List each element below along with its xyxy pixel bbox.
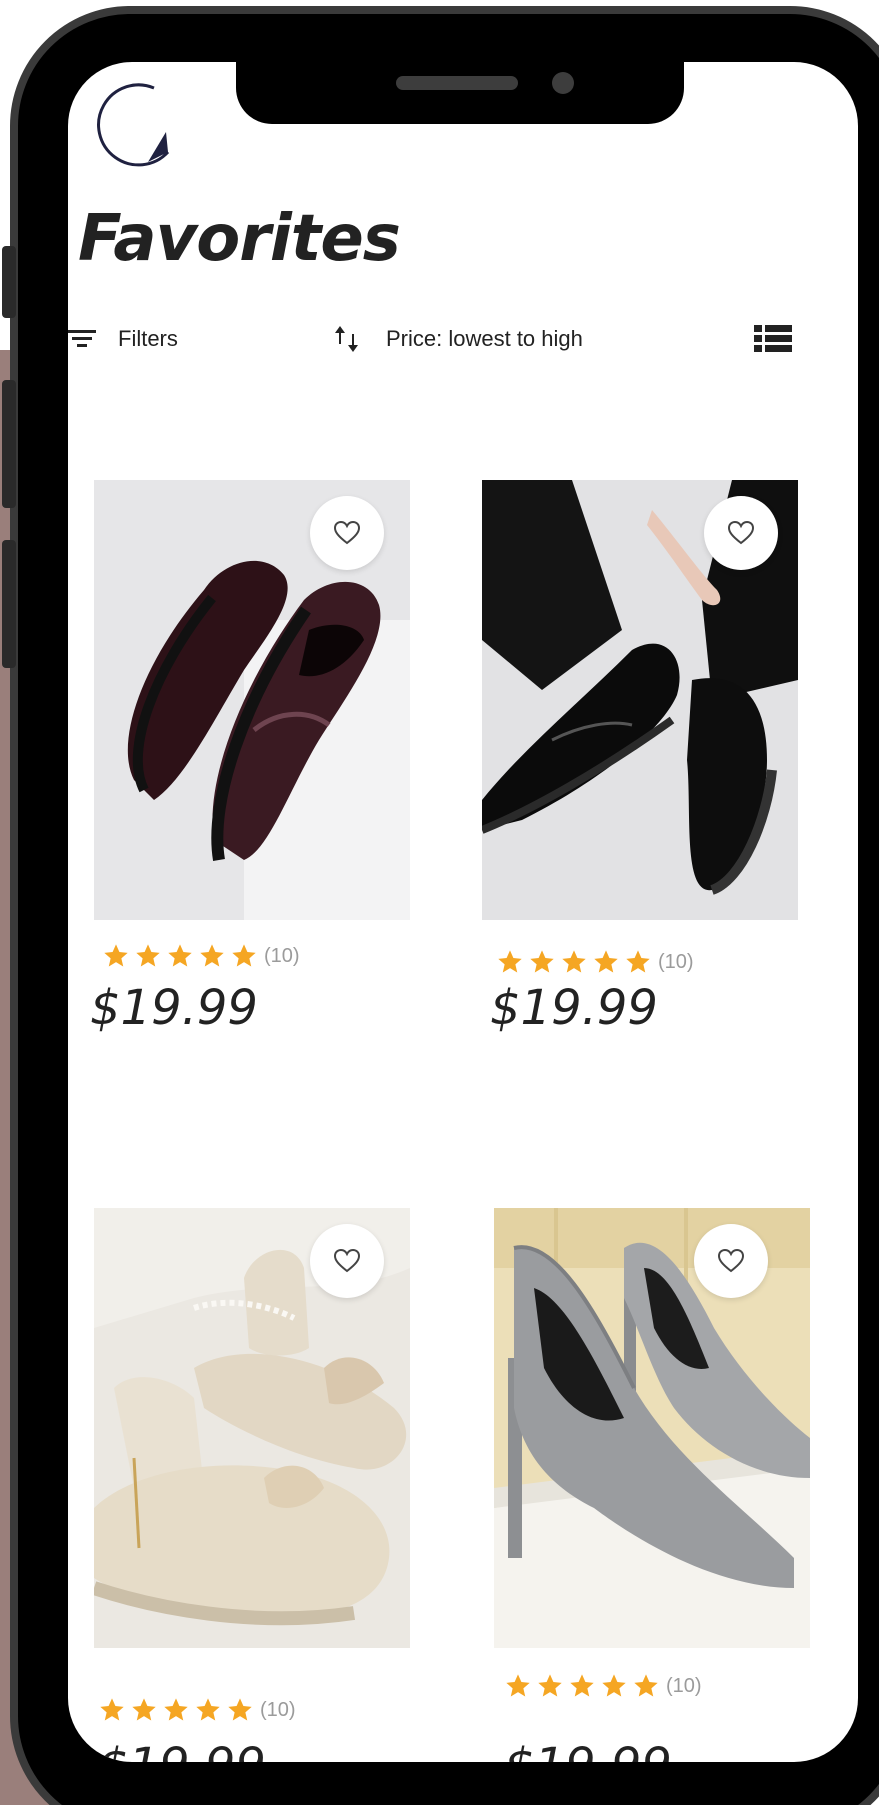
rating-count: (10) (658, 950, 694, 973)
page-title: Favorites (78, 202, 401, 276)
heart-icon (717, 1248, 745, 1273)
star-icon (498, 950, 522, 973)
favorite-button[interactable] (704, 496, 778, 570)
sort-button[interactable]: Price: lowest to high (332, 314, 583, 364)
star-rating: (10) (98, 1696, 296, 1724)
brand-logo-icon (97, 83, 170, 167)
product-price: $19.99 (98, 1738, 266, 1762)
sort-arrows-icon (335, 326, 358, 352)
star-icon (626, 950, 650, 973)
star-rating: (10) (496, 948, 694, 976)
star-icon (228, 1698, 252, 1721)
product-card[interactable]: (10) $19.99 (94, 1208, 410, 1762)
favorite-button[interactable] (694, 1224, 768, 1298)
star-icon (594, 950, 618, 973)
star-rating: (10) (102, 942, 300, 970)
front-camera (552, 72, 574, 94)
rating-count: (10) (666, 1674, 702, 1697)
phone-volume-up (2, 380, 16, 508)
star-icon (634, 1674, 658, 1697)
star-icon (168, 944, 192, 967)
product-price: $19.99 (504, 1738, 672, 1762)
phone-volume-down (2, 540, 16, 668)
favorite-button[interactable] (310, 1224, 384, 1298)
rating-count: (10) (264, 944, 300, 967)
star-icon (136, 944, 160, 967)
star-icon (538, 1674, 562, 1697)
product-card[interactable]: (10) $19.99 (482, 480, 798, 1040)
star-icon (506, 1674, 530, 1697)
star-rating: (10) (504, 1672, 702, 1700)
star-icon (104, 944, 128, 967)
filter-icon (68, 330, 96, 347)
star-icon (196, 1698, 220, 1721)
filters-button[interactable]: Filters (68, 314, 178, 364)
product-price: $19.99 (490, 980, 658, 1036)
list-view-icon (754, 325, 792, 352)
favorite-button[interactable] (310, 496, 384, 570)
toolbar: Filters Price: lowest to high (68, 314, 858, 364)
star-icon (132, 1698, 156, 1721)
heart-icon (727, 520, 755, 545)
heart-icon (333, 520, 361, 545)
star-icon (530, 950, 554, 973)
star-icon (602, 1674, 626, 1697)
star-icon (570, 1674, 594, 1697)
speaker-grille (396, 76, 518, 90)
sort-label: Price: lowest to high (386, 326, 583, 351)
star-icon (232, 944, 256, 967)
product-price: $19.99 (90, 980, 258, 1036)
star-icon (562, 950, 586, 973)
filters-label: Filters (118, 326, 178, 351)
app-screen: Favorites Filters Price: lowest to high (68, 62, 858, 1762)
phone-notch (236, 62, 684, 124)
rating-count: (10) (260, 1698, 296, 1721)
heart-icon (333, 1248, 361, 1273)
product-card[interactable]: (10) $19.99 (494, 1208, 810, 1762)
phone-mute-switch (2, 246, 16, 318)
view-toggle-button[interactable] (754, 314, 792, 364)
star-icon (164, 1698, 188, 1721)
star-icon (100, 1698, 124, 1721)
product-card[interactable]: (10) $19.99 (90, 480, 410, 1040)
star-icon (200, 944, 224, 967)
